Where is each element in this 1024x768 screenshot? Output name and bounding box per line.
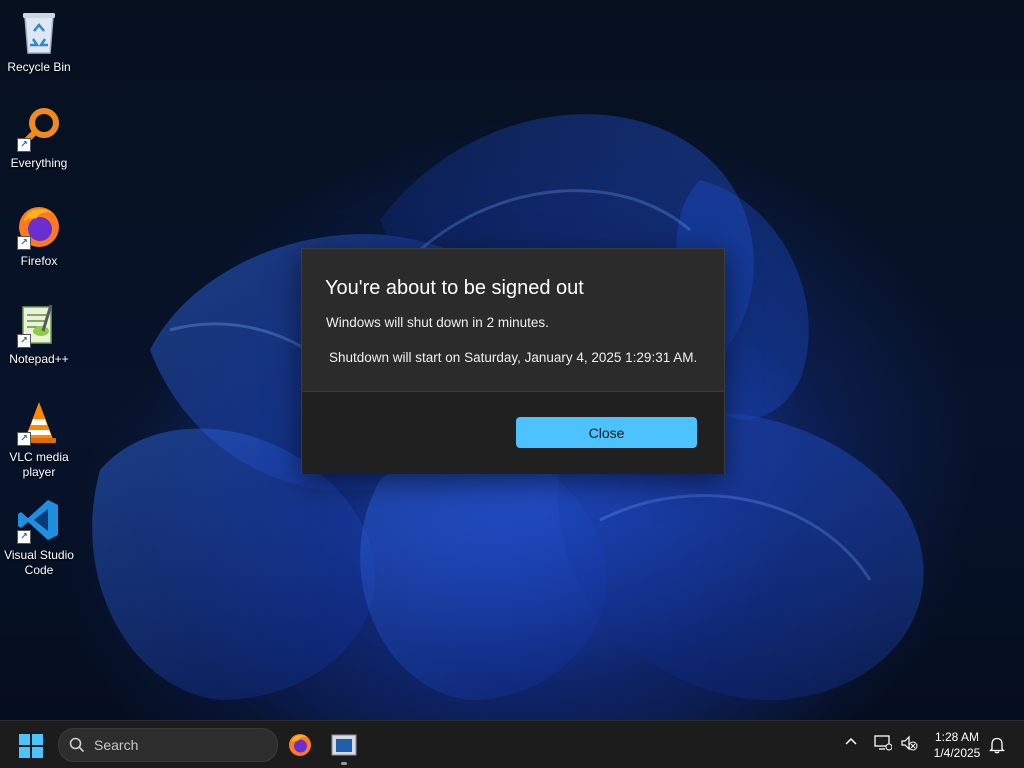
search-icon (69, 737, 85, 758)
vscode-icon: ↗ (15, 496, 63, 544)
desktop-icon-label: Visual Studio Code (4, 548, 74, 577)
windows-logo-icon (19, 734, 43, 758)
volume-muted-icon[interactable] (900, 735, 918, 756)
active-app-indicator (341, 762, 347, 765)
desktop-icon-recycle-bin[interactable]: Recycle Bin (0, 8, 78, 75)
dialog-footer: Close (302, 391, 724, 474)
desktop-icon-firefox[interactable]: ↗ Firefox (0, 202, 78, 269)
taskbar-clock[interactable]: 1:28 AM 1/4/2025 (924, 729, 990, 761)
close-button[interactable]: Close (516, 417, 697, 448)
dialog-detail: Shutdown will start on Saturday, January… (329, 350, 698, 365)
vlc-cone-icon: ↗ (15, 398, 63, 446)
shortcut-arrow-icon: ↗ (17, 334, 31, 348)
taskbar-firefox[interactable] (284, 729, 316, 761)
firefox-icon (289, 734, 311, 756)
desktop-icon-label: VLC media player (9, 450, 69, 479)
shortcut-arrow-icon: ↗ (17, 236, 31, 250)
taskbar-search[interactable]: Search (58, 728, 278, 762)
tray-overflow-chevron-icon[interactable] (844, 735, 858, 754)
firefox-icon: ↗ (15, 202, 63, 250)
signout-dialog: You're about to be signed out Windows wi… (301, 248, 725, 474)
start-button[interactable] (18, 733, 44, 759)
recycle-bin-icon (15, 8, 63, 56)
taskbar: Search 1:28 AM 1/4/2025 (0, 720, 1024, 768)
network-icon[interactable] (874, 735, 893, 756)
desktop-icon-vlc[interactable]: ↗ VLC media player (0, 398, 78, 480)
desktop-icon-label: Everything (10, 156, 68, 170)
desktop-icon-notepadpp[interactable]: ↗ Notepad++ (0, 300, 78, 367)
notepad-plus-plus-icon: ↗ (15, 300, 63, 348)
everything-search-icon: ↗ (15, 104, 63, 152)
search-placeholder: Search (94, 737, 139, 753)
shortcut-arrow-icon: ↗ (17, 138, 31, 152)
desktop: Recycle Bin ↗ Everything ↗ Firefox ↗ Not… (0, 0, 1024, 768)
desktop-icon-label: Firefox (20, 254, 58, 268)
desktop-icon-everything[interactable]: ↗ Everything (0, 104, 78, 171)
desktop-icon-label: Recycle Bin (7, 60, 71, 74)
shortcut-arrow-icon: ↗ (17, 530, 31, 544)
notification-bell-icon[interactable] (988, 736, 1006, 759)
desktop-icon-label: Notepad++ (9, 352, 69, 366)
taskbar-active-window[interactable] (328, 729, 360, 761)
clock-time: 1:28 AM (934, 730, 980, 744)
window-app-icon (331, 734, 357, 756)
desktop-icon-vscode[interactable]: ↗ Visual Studio Code (0, 496, 78, 578)
dialog-message: Windows will shut down in 2 minutes. (326, 315, 549, 330)
shortcut-arrow-icon: ↗ (17, 432, 31, 446)
dialog-title: You're about to be signed out (325, 277, 584, 299)
clock-date: 1/4/2025 (933, 746, 981, 760)
